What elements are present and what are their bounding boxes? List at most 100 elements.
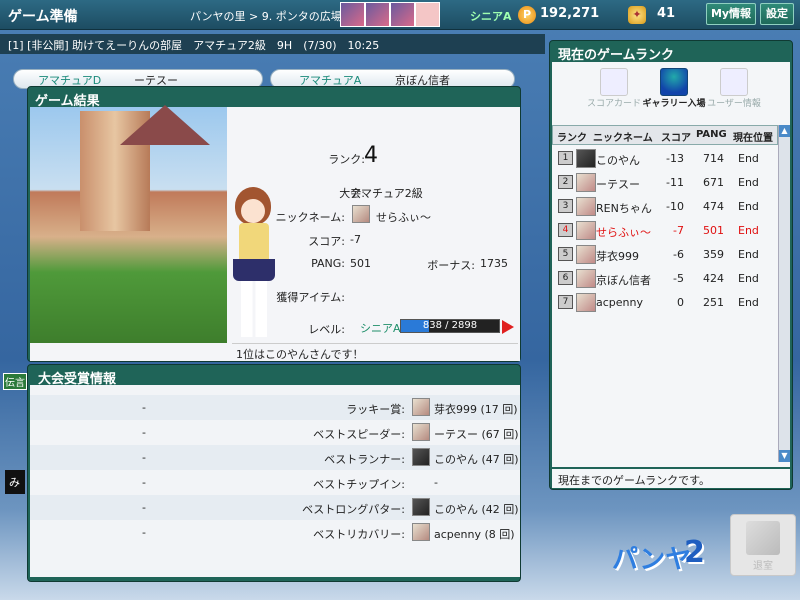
rank-value: 4: [364, 143, 378, 168]
rank-scrollbar[interactable]: ▲ ▼: [778, 125, 790, 462]
award-avatar: [412, 498, 430, 516]
castle-roof: [120, 105, 210, 145]
rank-row[interactable]: 1 このやん -13 714 End: [556, 148, 774, 170]
rank-row[interactable]: 6 京ぼん信者 -5 424 End: [556, 268, 774, 290]
score-value: -7: [350, 233, 361, 246]
rank-number: 2: [558, 175, 573, 189]
level-progress-bar: 838 / 2898: [400, 319, 500, 333]
award-row: - ベストチップイン: -: [30, 470, 520, 495]
player-pang: 714: [703, 152, 724, 165]
level-progress-text: 838 / 2898: [422, 320, 478, 331]
award-winner: -: [434, 476, 438, 489]
award-name: ベストランナー:: [324, 453, 405, 466]
player-pang: 671: [703, 176, 724, 189]
chat-input[interactable]: み: [5, 470, 25, 494]
col-nickname: ニックネーム: [593, 133, 653, 144]
exit-room-button[interactable]: 退室: [730, 514, 796, 576]
rank-table-header: ランク ニックネーム スコア PANG 現在位置: [552, 125, 778, 145]
award-winner: ーテスー (67 回): [434, 428, 519, 441]
rank-row[interactable]: 5 芽衣999 -6 359 End: [556, 244, 774, 266]
player-avatar: [576, 221, 596, 240]
tab-gallery-label: ギャラリー入場: [642, 99, 706, 109]
game-result-dialog: ゲーム結果 ランク: 4 大会: アマチュア2級 ニックネーム: せらふぃ〜 ス…: [27, 86, 521, 362]
award-name: ラッキー賞:: [346, 403, 405, 416]
award-dash: -: [142, 526, 146, 539]
award-winner: このやん (47 回): [434, 453, 519, 466]
player-score: -6: [673, 248, 684, 261]
player-avatar: [576, 245, 596, 264]
player-name: せらふぃ〜: [596, 226, 651, 239]
tab-user-info[interactable]: ユーザー情報: [702, 68, 766, 122]
award-row: - ベストロングパター: このやん (42 回): [30, 495, 520, 520]
rank-label: ランク:: [328, 153, 365, 166]
player-avatar: [576, 173, 596, 192]
player-position: End: [738, 296, 759, 309]
player-score: -11: [666, 176, 684, 189]
nickname-label: ニックネーム:: [275, 211, 345, 224]
my-info-button[interactable]: My情報: [706, 3, 756, 25]
next-arrow-icon[interactable]: [502, 320, 514, 334]
pang-value: 501: [350, 257, 371, 270]
tab-gallery[interactable]: ギャラリー入場: [642, 68, 706, 122]
player-avatar-3[interactable]: [390, 2, 415, 27]
player-avatar-4[interactable]: [415, 2, 440, 27]
player-position: End: [738, 272, 759, 285]
gallery-icon: [660, 68, 688, 96]
breadcrumb: パンヤの里 > 9. ポンタの広場: [190, 10, 342, 23]
rank-footer-text: 現在までのゲームランクです。: [558, 474, 711, 487]
nickname-avatar: [352, 205, 370, 223]
player-pang: 251: [703, 296, 724, 309]
awards-dialog: 大会受賞情報 - ラッキー賞: 芽衣999 (17 回) - ベストスピーダー:…: [27, 364, 521, 582]
player-avatar: [576, 197, 596, 216]
tab-scorecard[interactable]: スコアカード: [582, 68, 646, 122]
scroll-down-icon[interactable]: ▼: [779, 450, 790, 462]
rank-row[interactable]: 3 RENちゃん -10 474 End: [556, 196, 774, 218]
top-bar: ゲーム準備 パンヤの里 > 9. ポンタの広場 シニアA P 192,271 ✦…: [0, 0, 800, 30]
rank-number: 7: [558, 295, 573, 309]
award-dash: -: [142, 501, 146, 514]
rank-row[interactable]: 7 acpenny 0 251 End: [556, 292, 774, 314]
player-score: -13: [666, 152, 684, 165]
rank-number: 6: [558, 271, 573, 285]
player-name: acpenny: [596, 296, 643, 309]
exit-door-icon: [746, 521, 780, 555]
player-name: 芽衣999: [596, 250, 639, 263]
awards-body: - ラッキー賞: 芽衣999 (17 回) - ベストスピーダー: ーテスー (…: [30, 385, 520, 577]
bonus-value: 1735: [480, 257, 508, 270]
player-score: -7: [673, 224, 684, 237]
rank-row[interactable]: 2 ーテスー -11 671 End: [556, 172, 774, 194]
award-name: ベストスピーダー:: [313, 428, 405, 441]
settings-button[interactable]: 設定: [760, 3, 794, 25]
rank-number: 4: [558, 223, 573, 237]
player-score: -10: [666, 200, 684, 213]
game-rank-panel: 現在のゲームランク スコアカード ギャラリー入場 ユーザー情報 ランク ニックネ…: [549, 40, 793, 490]
user-info-icon: [720, 68, 748, 96]
player-position: End: [738, 248, 759, 261]
player-pang: 424: [703, 272, 724, 285]
logo-text: パンヤ: [612, 545, 692, 575]
player-avatar-2[interactable]: [365, 2, 390, 27]
award-dash: -: [142, 476, 146, 489]
player-position: End: [738, 152, 759, 165]
scroll-up-icon[interactable]: ▲: [779, 125, 790, 137]
player-avatar-1[interactable]: [340, 2, 365, 27]
award-avatar: [412, 398, 430, 416]
player-avatar: [576, 293, 596, 312]
page-title: ゲーム準備: [8, 9, 78, 25]
bonus-label: ボーナス:: [427, 259, 475, 272]
level-label: レベル:: [308, 323, 345, 336]
award-row: - ベストリカバリー: acpenny (8 回): [30, 520, 520, 545]
award-dash: -: [142, 451, 146, 464]
cookie-point-icon: ✦: [628, 6, 646, 24]
rank-row-self[interactable]: 4 せらふぃ〜 -7 501 End: [556, 220, 774, 242]
award-winner: このやん (42 回): [434, 503, 519, 516]
player-position: End: [738, 224, 759, 237]
rank-number: 3: [558, 199, 573, 213]
tournament-value: アマチュア2級: [350, 187, 423, 200]
col-position: 現在位置: [733, 133, 773, 144]
player-name: ーテスー: [596, 178, 640, 191]
rank-footer: 現在までのゲームランクです。: [552, 469, 790, 488]
character-skirt: [233, 259, 275, 281]
chat-tag: 伝言: [3, 373, 27, 390]
game-rank-body: スコアカード ギャラリー入場 ユーザー情報 ランク ニックネーム スコア PAN…: [552, 62, 790, 467]
